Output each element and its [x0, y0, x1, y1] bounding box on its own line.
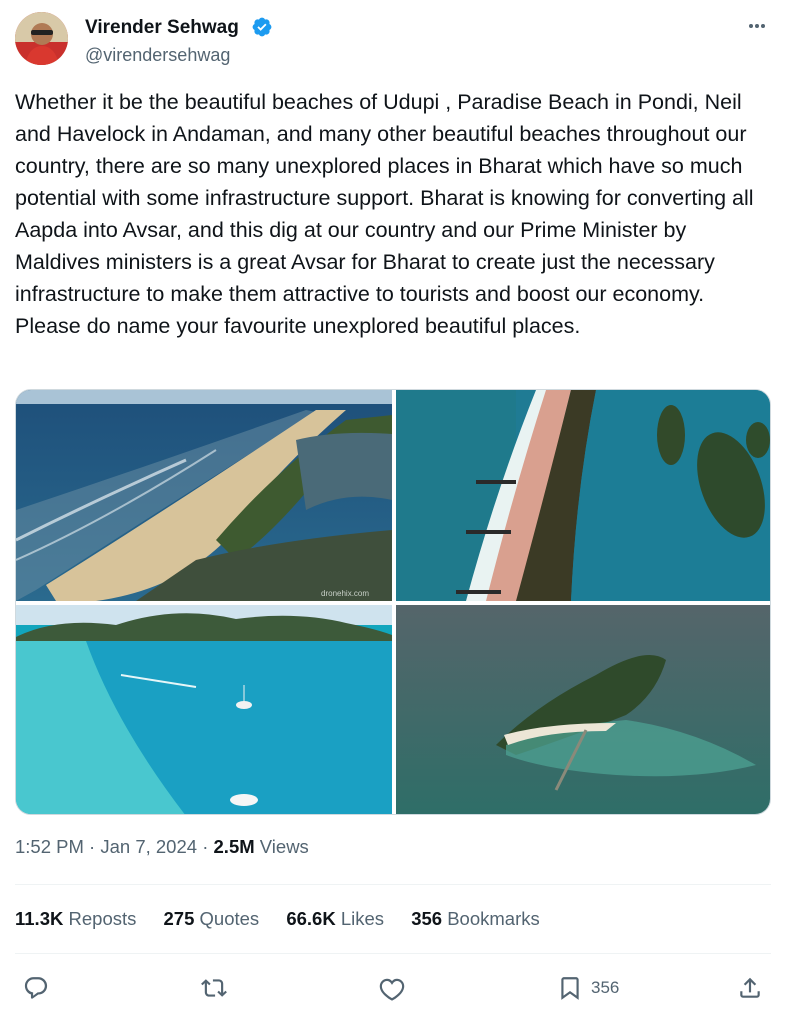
like-icon	[379, 978, 405, 1001]
views-label: Views	[259, 836, 309, 857]
reposts-stat[interactable]: 11.3K Reposts	[15, 908, 136, 929]
media-image-2[interactable]	[396, 390, 770, 601]
quotes-count: 275	[163, 908, 195, 929]
author-handle[interactable]: @virendersehwag	[85, 45, 230, 66]
reply-icon	[24, 977, 48, 999]
media-image-1[interactable]: dronehix.com	[16, 390, 392, 601]
tweet-text: Whether it be the beautiful beaches of U…	[15, 90, 754, 338]
reply-button[interactable]	[23, 968, 49, 1008]
tweet-header: Virender Sehwag @virendersehwag	[15, 12, 772, 68]
bookmark-icon	[561, 977, 579, 1000]
bookmark-count: 356	[591, 978, 620, 997]
tweet-time[interactable]: 1:52 PM	[15, 836, 84, 857]
share-icon	[740, 977, 760, 998]
media-grid: dronehix.com	[15, 389, 771, 815]
reposts-count: 11.3K	[15, 908, 64, 929]
more-options-icon[interactable]	[742, 14, 772, 38]
meta-separator: ·	[89, 836, 96, 857]
repost-button[interactable]	[201, 968, 227, 1008]
bookmarks-label: Bookmarks	[447, 908, 540, 929]
quotes-label: Quotes	[199, 908, 260, 929]
meta-separator: ·	[202, 836, 209, 857]
media-image-4[interactable]	[396, 605, 770, 814]
tweet-meta: 1:52 PM · Jan 7, 2024 · 2.5M Views	[15, 836, 309, 858]
divider	[15, 953, 771, 954]
action-bar: 356	[15, 968, 771, 1008]
verified-badge-icon	[251, 16, 273, 38]
bookmarks-stat[interactable]: 356 Bookmarks	[411, 908, 540, 929]
media-image-3[interactable]	[16, 605, 392, 814]
avatar[interactable]	[15, 12, 68, 65]
views-count: 2.5M	[213, 836, 255, 857]
quotes-stat[interactable]: 275 Quotes	[164, 908, 260, 929]
likes-count: 66.6K	[286, 908, 336, 929]
author-name[interactable]: Virender Sehwag	[85, 17, 239, 39]
bookmark-button[interactable]: 356	[557, 968, 619, 1008]
bookmarks-count: 356	[411, 908, 443, 929]
tweet-date[interactable]: Jan 7, 2024	[100, 836, 197, 857]
reposts-label: Reposts	[68, 908, 137, 929]
likes-stat[interactable]: 66.6K Likes	[286, 908, 384, 929]
tweet-stats: 11.3K Reposts 275 Quotes 66.6K Likes 356…	[15, 908, 562, 930]
like-button[interactable]	[379, 968, 405, 1008]
divider	[15, 884, 771, 885]
likes-label: Likes	[340, 908, 385, 929]
image-watermark: dronehix.com	[321, 589, 369, 598]
repost-icon	[201, 979, 227, 997]
share-button[interactable]	[737, 968, 763, 1008]
